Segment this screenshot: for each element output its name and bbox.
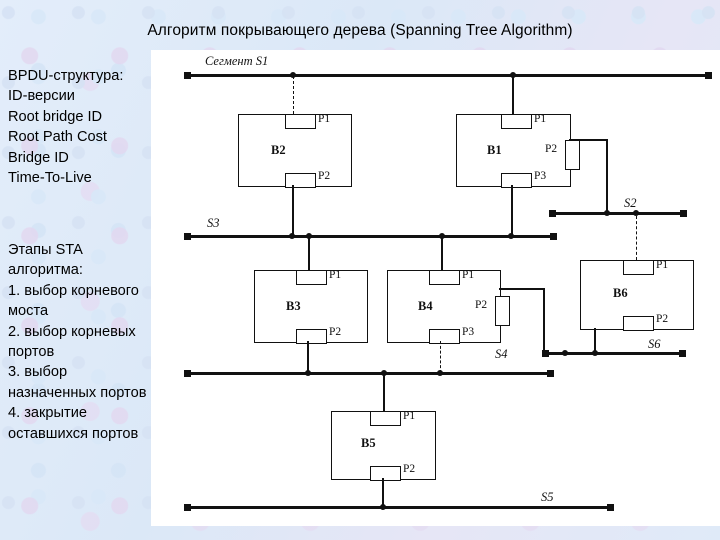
sta-stages-text: Этапы STA алгоритма: 1. выбор корневого … [8,242,147,442]
bridge-b4-port-p2-label: P2 [475,299,488,311]
bridge-b4-port-p2[interactable] [495,296,510,326]
link-b1-p2-right [569,139,608,141]
bridge-b1-label: B1 [487,143,502,157]
bus-tap-s6-b4 [562,350,568,356]
bridge-b4-port-p3-label: P3 [462,326,475,338]
bus-tap-s5-b5 [380,504,386,510]
bus-terminator-s3-right [550,233,557,240]
bridge-b6-port-p1[interactable] [623,260,654,275]
link-s3-to-b4-p1 [441,238,443,270]
bpdu-structure-text: BPDU-структура: ID-версии Root bridge ID… [8,68,124,187]
bridge-b6[interactable]: P1 B6 P2 [580,259,694,331]
bus-tap-s4-b3 [305,370,311,376]
bridge-b2-port-p1-label: P1 [318,113,331,125]
bus-terminator-s6-right [679,350,686,357]
bridge-b4-label: B4 [418,299,433,313]
bus-line-s5 [186,506,614,509]
bridge-b1-port-p1[interactable] [501,114,532,129]
bus-terminator-s6-left [542,350,549,357]
bus-tap-s6-b6 [592,350,598,356]
link-b4-p3-to-s4 [440,341,441,373]
link-s2-to-b6-p1 [636,216,637,260]
bus-terminator-s3-left [184,233,191,240]
bridge-b5[interactable]: P1 B5 P2 [331,410,436,481]
bridge-b1-port-p1-label: P1 [534,113,547,125]
bus-line-s3 [186,235,557,238]
bridge-b6-port-p2[interactable] [623,316,654,331]
page-title: Алгоритм покрывающего дерева (Spanning T… [147,22,573,39]
bridge-b4[interactable]: P1 B4 P2 P3 [387,269,510,344]
segment-label-s1: Сегмент S1 [205,54,269,68]
bridge-b1-port-p2-label: P2 [545,143,558,155]
link-s3-to-b3-p1 [308,238,310,270]
bridge-b5-port-p2[interactable] [370,466,401,481]
bus-terminator-s4-left [184,370,191,377]
link-b5-p2-to-s5 [382,478,384,507]
bridge-b6-port-p1-label: P1 [656,259,669,271]
link-b1-p2-to-s2 [606,139,608,213]
bridge-b1[interactable]: P1 B1 P2 P3 [456,113,580,188]
bridge-b1-port-p3[interactable] [501,173,532,188]
link-s1-to-b1-p1 [512,76,514,114]
segment-label-s4: S4 [495,347,508,361]
bridge-b3-port-p1-label: P1 [329,269,342,281]
bus-line-s4 [186,372,554,375]
bridge-b5-port-p1-label: P1 [403,410,416,422]
bridge-b6-port-p2-label: P2 [656,313,669,325]
bridge-b5-port-p2-label: P2 [403,463,416,475]
link-s4-to-b5-p1 [383,375,385,411]
bridge-b3-port-p2-label: P2 [329,326,342,338]
link-b1-p3-to-s3 [511,185,513,236]
bus-terminator-s1-left [184,72,191,79]
bus-terminator-s5-left [184,504,191,511]
segment-label-s3: S3 [207,216,220,230]
bus-tap-s2-b1 [604,210,610,216]
bridge-b5-port-p1[interactable] [370,411,401,426]
segment-label-s6: S6 [648,337,661,351]
link-b2-p2-to-s3 [292,185,294,236]
bridge-b2-port-p1[interactable] [285,114,316,129]
bus-line-s2 [551,212,685,215]
bus-tap-s4-b4 [437,370,443,376]
bridge-b2[interactable]: P1 B2 P2 [238,113,352,188]
bridge-b3[interactable]: P1 B3 P2 [254,269,368,344]
bus-tap-s3-b2 [289,233,295,239]
bridge-b2-port-p2-label: P2 [318,170,331,182]
bus-terminator-s1-right [705,72,712,79]
bridge-b4-port-p3[interactable] [429,329,460,344]
bridge-b3-port-p2[interactable] [296,329,327,344]
bus-terminator-s2-left [549,210,556,217]
bus-tap-s3-b1 [508,233,514,239]
bridge-b4-port-p1-label: P1 [462,269,475,281]
bus-terminator-s2-right [680,210,687,217]
link-s1-to-b2-p1 [293,76,294,114]
bridge-b4-port-p1[interactable] [429,270,460,285]
bridge-b3-port-p1[interactable] [296,270,327,285]
bus-terminator-s4-right [547,370,554,377]
link-b3-p2-to-s4 [307,341,309,373]
bridge-b1-port-p2[interactable] [565,140,580,170]
bus-terminator-s5-right [607,504,614,511]
bus-line-s1 [186,74,712,77]
bridge-b2-port-p2[interactable] [285,173,316,188]
link-b4-p2-to-s6 [543,288,545,354]
segment-label-s2: S2 [624,196,637,210]
bridge-b5-label: B5 [361,436,376,450]
bridge-b2-label: B2 [271,143,286,157]
network-diagram-panel: Сегмент S1 P1 B2 P2 P1 B1 P2 P3 S2 S3 P1… [151,50,720,526]
segment-label-s5: S5 [541,490,554,504]
bridge-b6-label: B6 [613,286,628,300]
bridge-b1-port-p3-label: P3 [534,170,547,182]
bridge-b3-label: B3 [286,299,301,313]
link-b4-p2-right [499,288,545,290]
